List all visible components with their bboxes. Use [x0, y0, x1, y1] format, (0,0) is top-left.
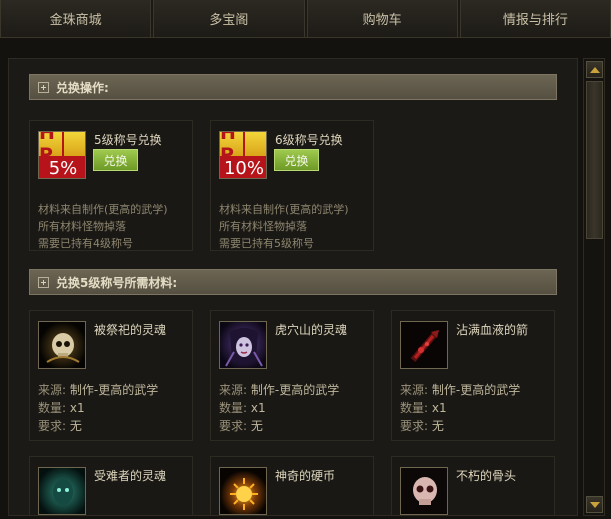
qty-value: x1	[250, 401, 266, 415]
material-card[interactable]: 不朽的骨头	[391, 456, 555, 515]
material-card[interactable]: 受难者的灵魂	[29, 456, 193, 515]
expand-icon[interactable]	[38, 276, 49, 288]
tab-gold-pearl-mall[interactable]: 金珠商城	[0, 0, 152, 38]
material-name: 受难者的灵魂	[94, 469, 167, 483]
glowing-coin-icon	[219, 467, 267, 515]
req-value: 无	[431, 419, 444, 433]
section-title: 兑换操作:	[56, 80, 109, 95]
material-requirement: 要求: 无	[400, 417, 444, 434]
exchange-description: 材料来自制作(更高的武学) 所有材料怪物掉落 需要已持有4级称号	[38, 201, 168, 252]
material-card[interactable]: 虎穴山的灵魂 来源: 制作-更高的武学 数量: x1 要求: 无	[210, 310, 374, 441]
desc-line: 所有材料怪物掉落	[38, 220, 126, 233]
hp-5-percent-icon: H P 5%	[38, 131, 86, 179]
req-label: 要求:	[219, 419, 248, 433]
exchange-button[interactable]: 兑换	[274, 149, 319, 171]
material-card[interactable]: 被祭祀的灵魂 来源: 制作-更高的武学 数量: x1 要求: 无	[29, 310, 193, 441]
req-value: 无	[69, 419, 82, 433]
material-name: 被祭祀的灵魂	[94, 323, 167, 337]
source-value: 制作-更高的武学	[431, 383, 521, 397]
req-label: 要求:	[400, 419, 429, 433]
qty-label: 数量:	[400, 401, 429, 415]
material-card[interactable]: 沾满血液的箭 来源: 制作-更高的武学 数量: x1 要求: 无	[391, 310, 555, 441]
section-title: 兑换5级称号所需材料:	[56, 275, 178, 290]
arrow-up-icon	[589, 66, 600, 73]
skull-soul-icon	[38, 321, 86, 369]
scroll-thumb[interactable]	[586, 81, 603, 239]
exchange-description: 材料来自制作(更高的武学) 所有材料怪物掉落 需要已持有5级称号	[219, 201, 349, 252]
desc-line: 需要已持有4级称号	[38, 237, 133, 250]
desc-line: 材料来自制作(更高的武学)	[38, 203, 168, 216]
material-name: 沾满血液的箭	[456, 323, 529, 337]
material-requirement: 要求: 无	[219, 417, 263, 434]
tab-shopping-cart[interactable]: 购物车	[306, 0, 458, 38]
green-spirit-icon	[38, 467, 86, 515]
qty-label: 数量:	[219, 401, 248, 415]
hp-value: 10%	[223, 157, 264, 179]
exchange-title: 5级称号兑换	[94, 133, 162, 147]
source-label: 来源:	[219, 383, 248, 397]
exchange-title: 6级称号兑换	[275, 133, 343, 147]
material-source: 来源: 制作-更高的武学	[400, 381, 520, 398]
exchange-card: H P 5% 5级称号兑换 兑换 材料来自制作(更高的武学) 所有材料怪物掉落 …	[29, 120, 193, 251]
section-exchange-header[interactable]: 兑换操作:	[29, 74, 557, 100]
exchange-card: H P 10% 6级称号兑换 兑换 材料来自制作(更高的武学) 所有材料怪物掉落…	[210, 120, 374, 251]
expand-icon[interactable]	[38, 81, 49, 93]
tab-treasure-pavilion[interactable]: 多宝阁	[153, 0, 305, 38]
exchange-button[interactable]: 兑换	[93, 149, 138, 171]
section-materials-header[interactable]: 兑换5级称号所需材料:	[29, 269, 557, 295]
qty-label: 数量:	[38, 401, 67, 415]
skull-bone-icon	[400, 467, 448, 515]
scroll-down-button[interactable]	[586, 496, 603, 513]
material-quantity: 数量: x1	[219, 399, 266, 416]
tab-intel-ranking[interactable]: 情报与排行	[459, 0, 611, 38]
material-name: 神奇的硬币	[275, 469, 336, 483]
req-label: 要求:	[38, 419, 67, 433]
material-name: 虎穴山的灵魂	[275, 323, 348, 337]
material-source: 来源: 制作-更高的武学	[38, 381, 158, 398]
desc-line: 需要已持有5级称号	[219, 237, 314, 250]
content-panel: 兑换操作: H P 5% 5级称号兑换 兑换 材料来自制作(更高的武学) 所有材…	[8, 58, 578, 516]
qty-value: x1	[69, 401, 85, 415]
source-value: 制作-更高的武学	[69, 383, 159, 397]
vertical-scrollbar[interactable]	[583, 58, 605, 516]
demon-face-icon	[219, 321, 267, 369]
desc-line: 材料来自制作(更高的武学)	[219, 203, 349, 216]
desc-line: 所有材料怪物掉落	[219, 220, 307, 233]
req-value: 无	[250, 419, 263, 433]
source-label: 来源:	[400, 383, 429, 397]
material-name: 不朽的骨头	[456, 469, 517, 483]
scroll-up-button[interactable]	[586, 61, 603, 78]
qty-value: x1	[431, 401, 447, 415]
material-quantity: 数量: x1	[38, 399, 85, 416]
material-requirement: 要求: 无	[38, 417, 82, 434]
bloody-arrow-icon	[400, 321, 448, 369]
hp-10-percent-icon: H P 10%	[219, 131, 267, 179]
material-source: 来源: 制作-更高的武学	[219, 381, 339, 398]
source-value: 制作-更高的武学	[250, 383, 340, 397]
top-tab-bar: 金珠商城 多宝阁 购物车 情报与排行	[0, 0, 611, 38]
material-quantity: 数量: x1	[400, 399, 447, 416]
source-label: 来源:	[38, 383, 67, 397]
material-card[interactable]: 神奇的硬币	[210, 456, 374, 515]
hp-value: 5%	[48, 157, 78, 179]
arrow-down-icon	[589, 501, 600, 508]
